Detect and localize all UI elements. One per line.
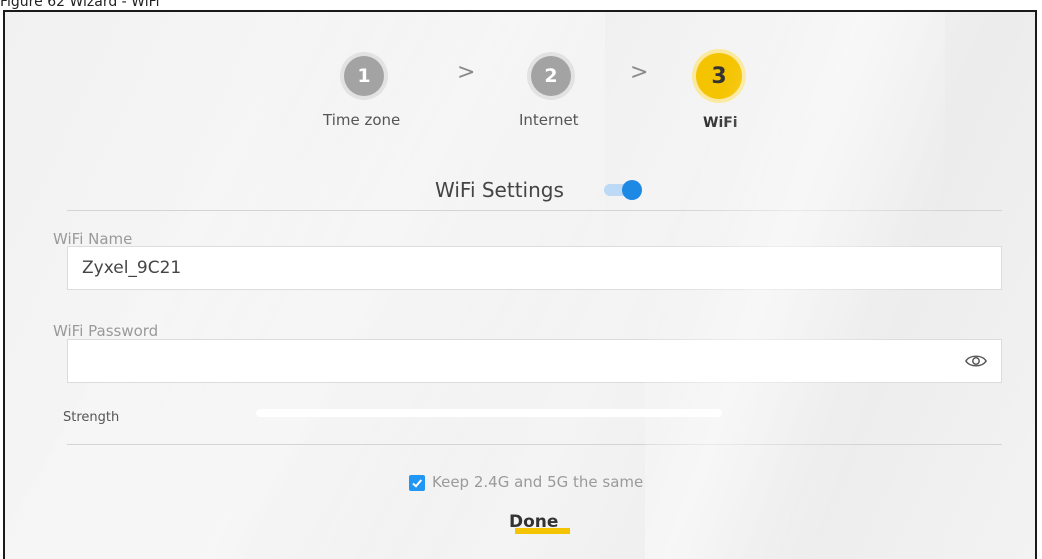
wifi-password-input[interactable] xyxy=(67,339,1002,383)
step-1-indicator: 1 xyxy=(344,56,384,96)
step-2-indicator: 2 xyxy=(531,56,571,96)
wizard-panel: 1 Time zone > 2 Internet > 3 WiFi WiFi S… xyxy=(3,10,1037,559)
strength-label: Strength xyxy=(63,410,120,425)
wifi-password-label: WiFi Password xyxy=(53,322,159,340)
password-strength-bar xyxy=(256,409,722,417)
step-separator-1: > xyxy=(457,60,476,85)
wifi-name-input[interactable]: Zyxel_9C21 xyxy=(67,246,1002,290)
section-divider-top xyxy=(67,210,1002,211)
step-2-number: 2 xyxy=(544,65,558,87)
toggle-knob xyxy=(622,180,642,200)
section-divider-bottom xyxy=(67,444,1002,445)
step-separator-2: > xyxy=(630,60,649,85)
step-3-indicator: 3 xyxy=(696,53,742,99)
wifi-settings-title: WiFi Settings xyxy=(435,178,564,202)
step-2-label: Internet xyxy=(519,111,579,129)
step-1-label: Time zone xyxy=(323,111,401,129)
done-button[interactable]: Done xyxy=(507,512,560,532)
step-1-number: 1 xyxy=(357,65,371,87)
figure-caption: Figure 62 Wizard - WiFi xyxy=(0,0,160,10)
keep-same-label: Keep 2.4G and 5G the same xyxy=(432,473,644,491)
step-3-number: 3 xyxy=(711,63,727,89)
keep-same-checkbox[interactable] xyxy=(409,475,425,491)
wifi-settings-toggle[interactable] xyxy=(600,180,644,200)
checkmark-icon xyxy=(412,479,423,488)
step-3-label: WiFi xyxy=(703,115,738,131)
eye-icon[interactable] xyxy=(965,352,987,370)
wifi-name-value: Zyxel_9C21 xyxy=(82,258,182,278)
